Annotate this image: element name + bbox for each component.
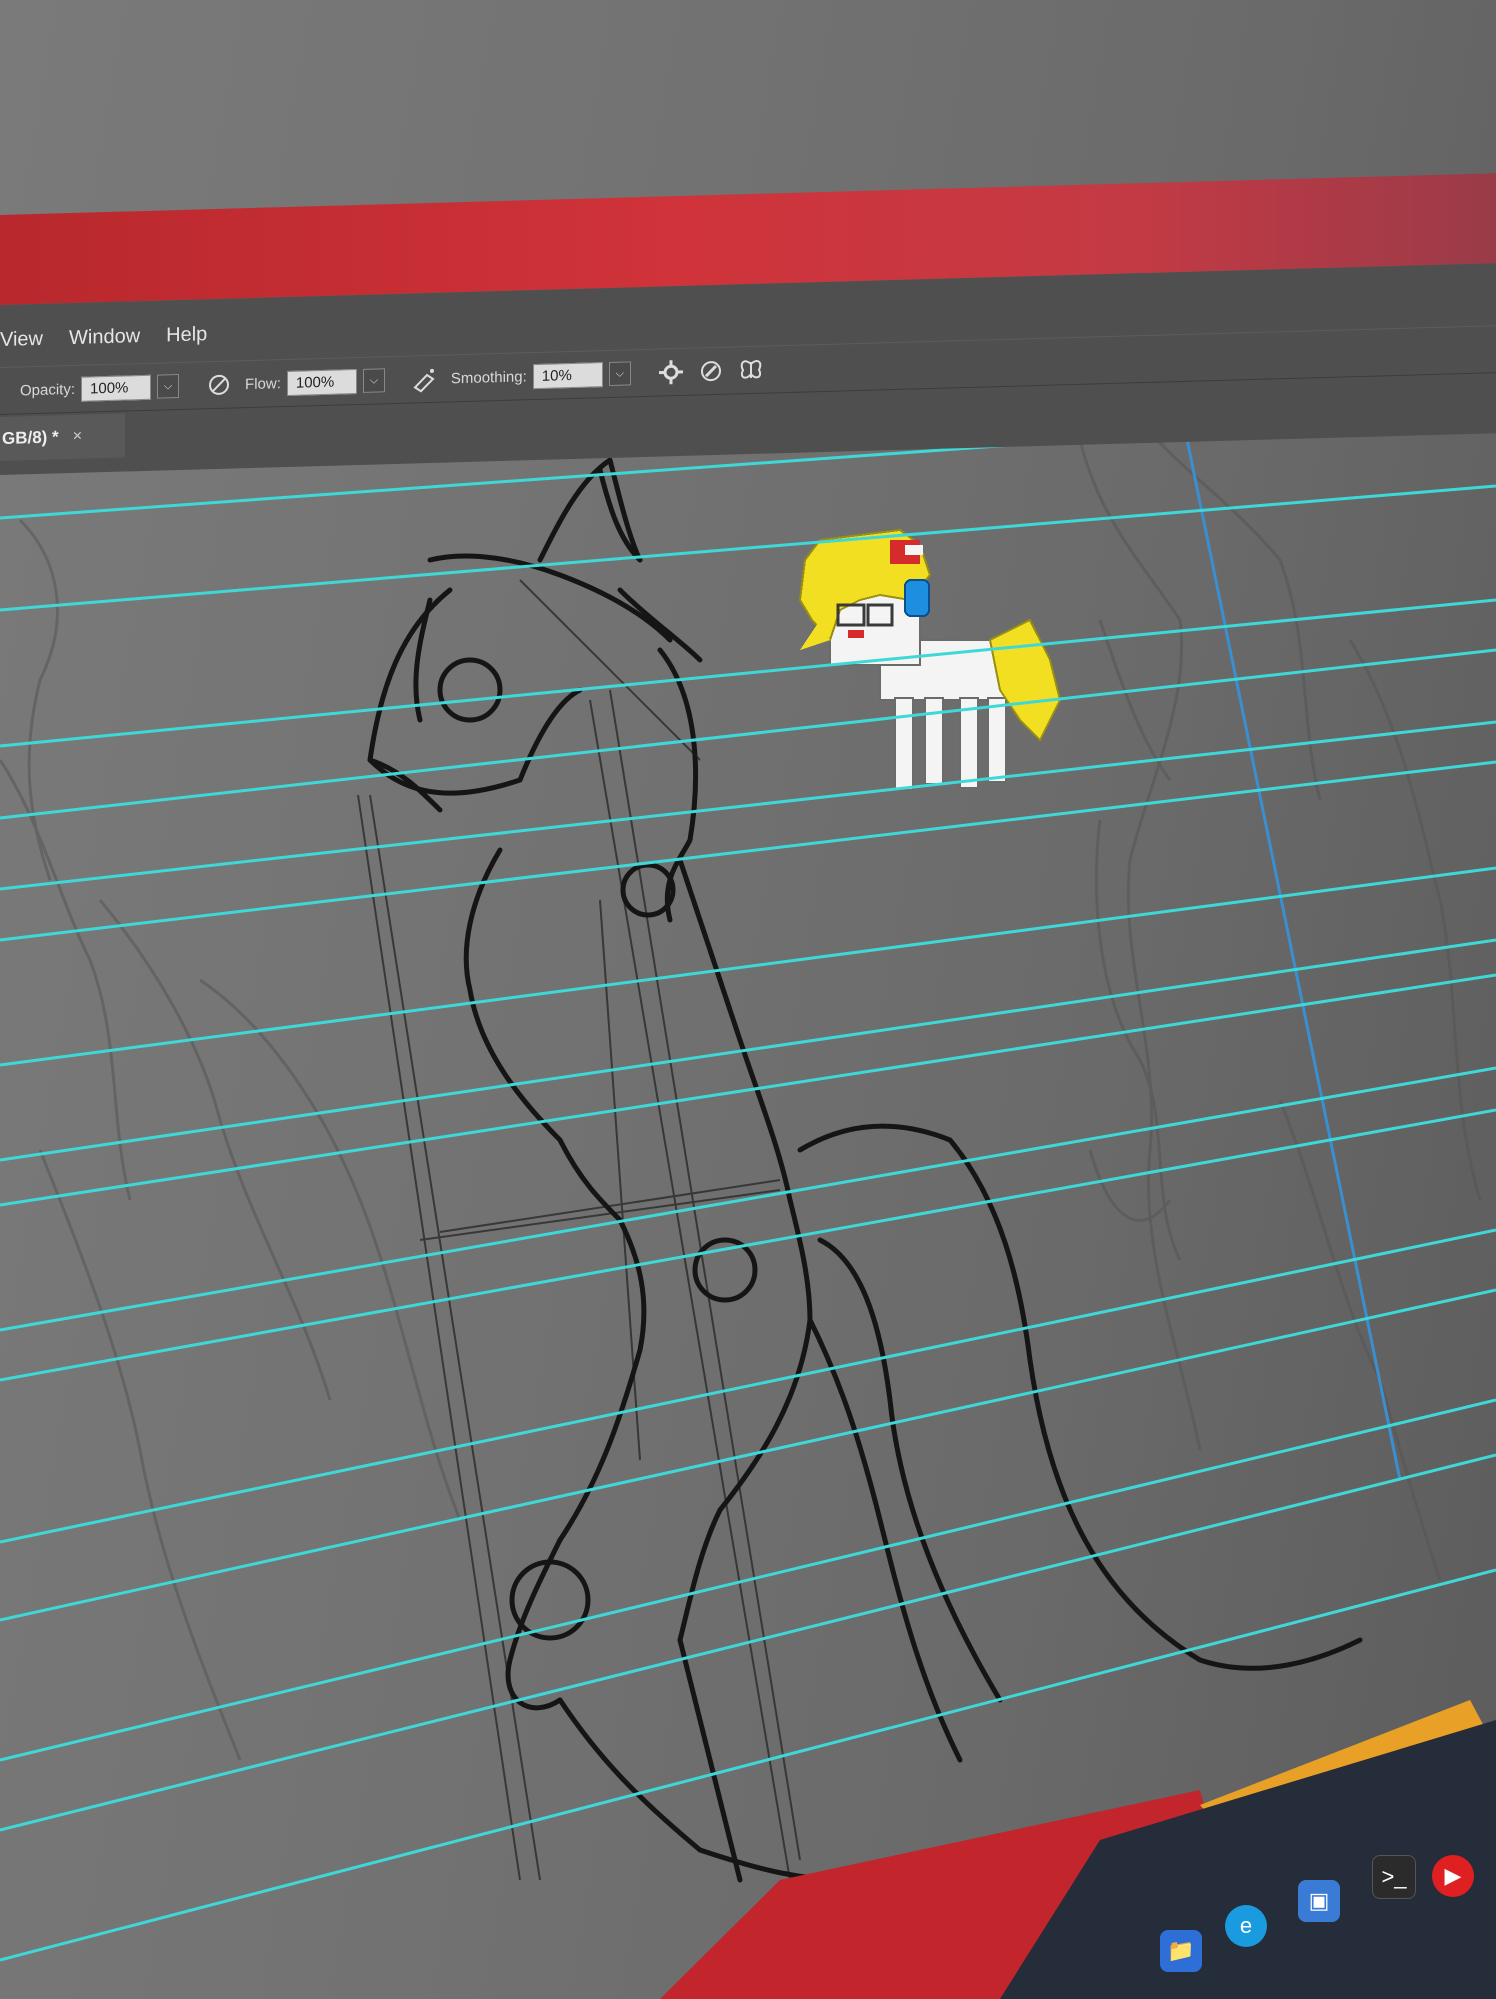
smoothing-input[interactable]: 10%	[532, 361, 603, 389]
smoothing-control: Smoothing: 10% ⌵	[451, 361, 631, 391]
document-tab-title: GB/8) *	[2, 427, 59, 448]
edge-browser-icon[interactable]: e	[1225, 1905, 1267, 1947]
smoothing-label: Smoothing:	[450, 367, 527, 387]
menu-view[interactable]: View	[0, 327, 43, 351]
menu-window[interactable]: Window	[69, 325, 140, 350]
opacity-dropdown-chevron-icon[interactable]: ⌵	[157, 373, 180, 399]
flow-control: Flow: 100% ⌵	[245, 368, 385, 397]
opacity-control: Opacity: 100% ⌵	[20, 373, 180, 402]
pressure-size-icon[interactable]	[697, 357, 725, 386]
opacity-label: Opacity:	[20, 380, 76, 399]
smoothing-settings-gear-icon[interactable]	[657, 358, 685, 387]
wolf-sketch	[367, 457, 1363, 1883]
smoothing-dropdown-chevron-icon[interactable]: ⌵	[608, 361, 631, 386]
document-tab[interactable]: GB/8) * ×	[0, 413, 125, 461]
file-explorer-icon[interactable]: 📁	[1160, 1930, 1202, 1972]
menu-help[interactable]: Help	[166, 323, 207, 347]
flow-dropdown-chevron-icon[interactable]: ⌵	[362, 368, 385, 393]
store-icon[interactable]: ▣	[1298, 1880, 1340, 1922]
flow-label: Flow:	[245, 374, 281, 393]
menu-bar: View Window Help	[0, 317, 207, 357]
youtube-music-icon[interactable]: ▶	[1432, 1855, 1474, 1897]
airbrush-icon[interactable]	[411, 365, 439, 394]
flow-input[interactable]: 100%	[286, 368, 357, 396]
terminal-icon[interactable]: >_	[1372, 1855, 1416, 1899]
opacity-input[interactable]: 100%	[81, 374, 152, 402]
pressure-opacity-icon[interactable]	[205, 370, 233, 399]
pixel-pony-sprite	[798, 528, 1062, 791]
symmetry-butterfly-icon[interactable]	[737, 356, 765, 385]
close-icon[interactable]: ×	[73, 428, 82, 446]
